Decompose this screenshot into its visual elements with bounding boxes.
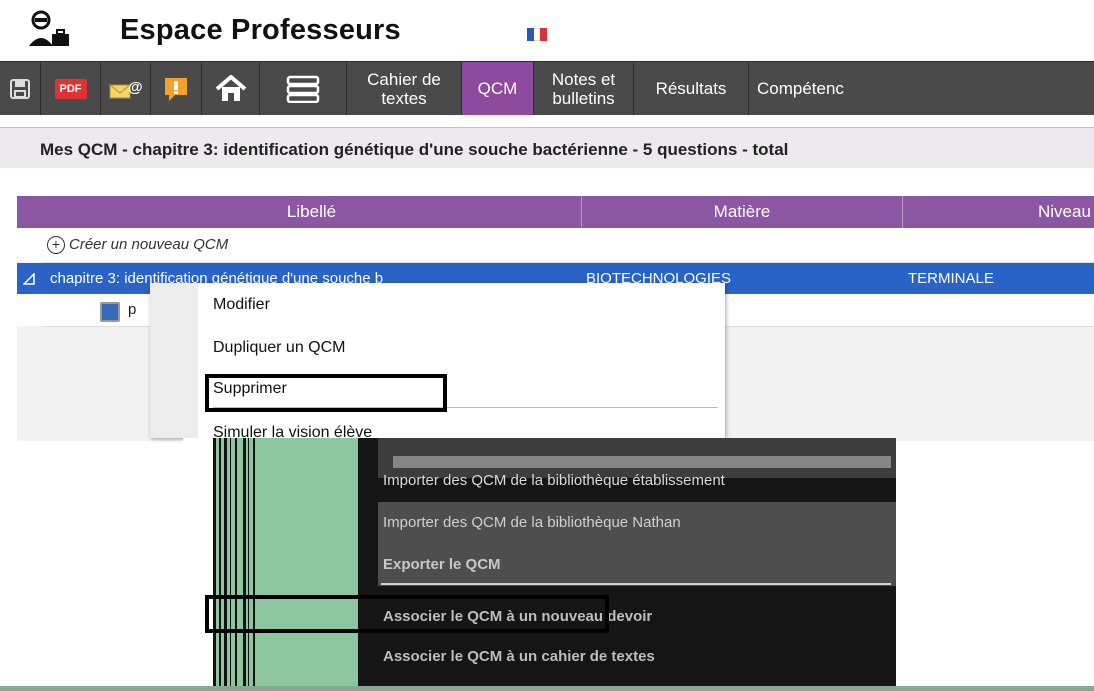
child-row-label: p bbox=[128, 301, 137, 318]
expand-toggle[interactable] bbox=[17, 263, 42, 294]
render-artifact-stripes bbox=[213, 438, 361, 688]
menu-item-associer-cahier[interactable]: Associer le QCM à un cahier de textes bbox=[383, 648, 655, 665]
row-gutter bbox=[17, 228, 42, 262]
breadcrumb-text: Mes QCM - chapitre 3: identification gén… bbox=[40, 140, 789, 159]
alert-icon bbox=[165, 77, 187, 101]
app-header: Espace Professeurs bbox=[0, 0, 1094, 60]
app-title: Espace Professeurs bbox=[120, 14, 401, 46]
email-icon: @ bbox=[109, 79, 143, 98]
create-qcm-row[interactable]: + Créer un nouveau QCM bbox=[42, 228, 1094, 263]
context-menu-gutter bbox=[150, 283, 198, 438]
context-menu: Modifier Dupliquer un QCM Supprimer Simu… bbox=[150, 283, 725, 438]
tab-cahier-label: Cahier de textes bbox=[367, 69, 441, 108]
teacher-avatar-icon bbox=[29, 10, 69, 46]
alert-button[interactable] bbox=[151, 62, 202, 115]
tab-notes-et-bulletins[interactable]: Notes et bulletins bbox=[534, 62, 634, 115]
column-header-libelle[interactable]: Libellé bbox=[42, 196, 582, 228]
menu-item-simuler[interactable]: Simuler la vision élève bbox=[213, 424, 372, 438]
breadcrumb: Mes QCM - chapitre 3: identification gén… bbox=[0, 127, 1094, 168]
context-menu-extension: Importer des QCM de la bibliothèque étab… bbox=[183, 438, 896, 688]
menu-item-importer-etablissement[interactable]: Importer des QCM de la bibliothèque étab… bbox=[383, 472, 725, 489]
highlight-box-associer bbox=[205, 595, 609, 633]
highlight-box-supprimer bbox=[205, 374, 447, 412]
table-corner bbox=[17, 196, 42, 228]
save-button[interactable] bbox=[0, 62, 41, 115]
menu-item-dupliquer[interactable]: Dupliquer un QCM bbox=[213, 339, 346, 357]
cell-niveau: TERMINALE bbox=[908, 270, 994, 287]
footer-bar bbox=[0, 686, 1094, 691]
column-header-niveau[interactable]: Niveau bbox=[903, 196, 1094, 228]
create-qcm-label[interactable]: Créer un nouveau QCM bbox=[69, 236, 228, 253]
library-button[interactable] bbox=[260, 62, 347, 115]
menu-item-importer-nathan[interactable]: Importer des QCM de la bibliothèque Nath… bbox=[383, 514, 681, 531]
stack-books-icon bbox=[286, 75, 320, 103]
french-flag-icon[interactable] bbox=[527, 28, 548, 41]
tab-resultats[interactable]: Résultats bbox=[634, 62, 749, 115]
tab-resultats-label: Résultats bbox=[655, 79, 727, 98]
email-button[interactable]: @ bbox=[101, 62, 151, 115]
tab-qcm[interactable]: QCM bbox=[462, 62, 534, 115]
menu-item-modifier[interactable]: Modifier bbox=[213, 296, 270, 314]
floppy-disk-icon bbox=[10, 78, 30, 99]
menu-separator bbox=[381, 583, 891, 585]
svg-text:@: @ bbox=[128, 79, 143, 96]
menu-item-exporter[interactable]: Exporter le QCM bbox=[383, 556, 501, 573]
home-button[interactable] bbox=[202, 62, 260, 115]
tab-notes-label: Notes et bulletins bbox=[551, 69, 616, 108]
render-artifact-light bbox=[393, 456, 891, 468]
collapse-triangle-icon bbox=[23, 273, 35, 285]
pdf-icon: PDF bbox=[54, 78, 87, 99]
home-icon bbox=[215, 74, 246, 101]
document-icon bbox=[100, 302, 120, 322]
main-toolbar: PDF @ Cahier de textes QCM Notes et bull… bbox=[0, 61, 1094, 115]
row-gutter bbox=[17, 294, 42, 326]
tab-competences-label: Compétenc bbox=[757, 79, 844, 98]
tab-competences[interactable]: Compétenc bbox=[749, 62, 894, 115]
column-header-matiere[interactable]: Matière bbox=[582, 196, 903, 228]
plus-circle-icon[interactable]: + bbox=[47, 236, 65, 254]
table-header: Libellé Matière Niveau bbox=[42, 196, 1094, 228]
pdf-button[interactable]: PDF bbox=[41, 62, 101, 115]
tab-cahier-de-textes[interactable]: Cahier de textes bbox=[347, 62, 462, 115]
tab-qcm-label: QCM bbox=[477, 79, 518, 98]
